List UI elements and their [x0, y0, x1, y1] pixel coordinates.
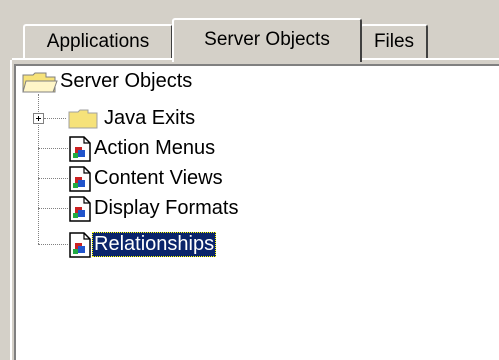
tree-node-content-views[interactable]: Content Views — [68, 163, 225, 193]
tree-connector — [38, 244, 68, 245]
tree-node-label: Content Views — [94, 166, 223, 189]
window: Applications Server Objects Files Server… — [0, 0, 499, 360]
tree-node-label: Server Objects — [60, 69, 193, 92]
tree-node-java-exits[interactable]: Java Exits — [68, 103, 197, 133]
server-object-document-icon — [69, 232, 91, 258]
tree-node-label: Action Menus — [94, 136, 216, 159]
server-object-document-icon — [69, 166, 91, 192]
tree-connector — [38, 208, 68, 209]
server-object-document-icon — [69, 136, 91, 162]
tree-node-label: Relationships — [92, 231, 217, 257]
tree-node-display-formats[interactable]: Display Formats — [68, 193, 240, 223]
tab-divider-right — [360, 58, 499, 60]
tab-server-objects[interactable]: Server Objects — [172, 18, 362, 62]
tree-connector — [38, 148, 68, 149]
tree-node-label: Java Exits — [104, 106, 196, 129]
tree-node-action-menus[interactable]: Action Menus — [68, 133, 217, 163]
tree-node-server-objects[interactable]: Server Objects — [22, 66, 194, 96]
tree-node-label: Display Formats — [94, 196, 239, 219]
open-folder-icon — [22, 72, 58, 93]
tree-connector — [38, 178, 68, 179]
tab-divider-left — [12, 58, 174, 60]
server-object-document-icon — [69, 196, 91, 222]
tab-files[interactable]: Files — [360, 24, 428, 58]
tree-content: Server Objects Java Exits Action Menus C… — [16, 66, 499, 360]
server-objects-tree[interactable]: Server Objects Java Exits Action Menus C… — [14, 64, 499, 360]
tab-applications[interactable]: Applications — [23, 24, 173, 58]
tree-node-relationships[interactable]: Relationships — [68, 229, 217, 259]
folder-icon — [68, 109, 98, 129]
tree-connector — [44, 118, 66, 119]
expand-toggle-java-exits[interactable] — [33, 113, 44, 124]
tab-strip: Applications Server Objects Files — [0, 0, 499, 62]
